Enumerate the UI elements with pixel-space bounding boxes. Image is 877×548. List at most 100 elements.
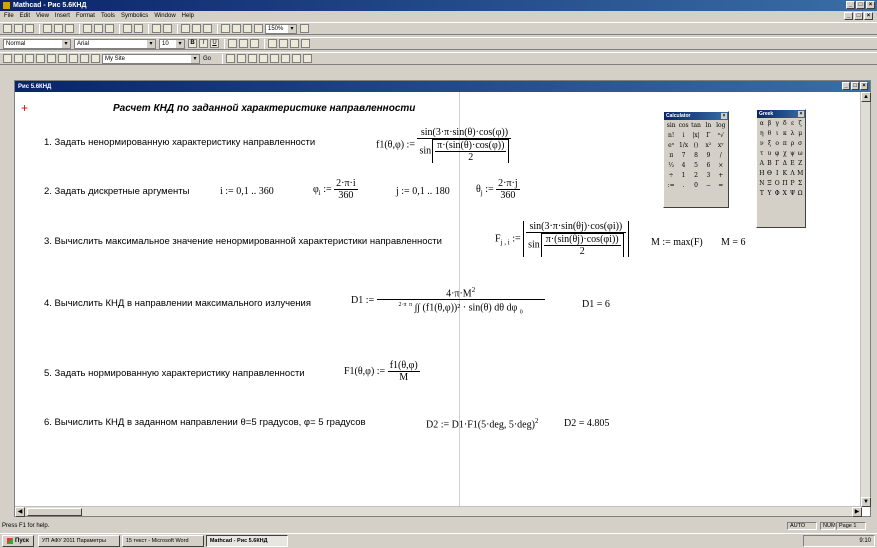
calculator-palette-icon[interactable]	[3, 54, 12, 63]
greek-key[interactable]: Η	[758, 169, 766, 179]
font-select[interactable]: Arial	[74, 38, 156, 49]
calculator-key[interactable]: 2	[690, 171, 702, 181]
greek-key[interactable]: ρ	[789, 139, 797, 149]
calculator-key[interactable]: 1	[677, 171, 689, 181]
worksheet-minimize-button[interactable]: _	[842, 82, 850, 90]
worksheet-close-button[interactable]: ×	[860, 82, 868, 90]
align-left-icon[interactable]	[228, 39, 237, 48]
evaluation-palette-icon[interactable]	[36, 54, 45, 63]
clock[interactable]: 9:10	[859, 538, 871, 544]
menu-edit[interactable]: Edit	[18, 13, 34, 19]
font-size-select[interactable]: 10	[159, 38, 185, 49]
greek-key[interactable]: ω	[796, 149, 804, 159]
calculator-key[interactable]: π	[665, 151, 677, 161]
j-range-definition[interactable]: j := 0,1 .. 180	[396, 186, 450, 197]
greek-key[interactable]: Ι	[773, 169, 781, 179]
calculator-key[interactable]: /	[715, 151, 727, 161]
print-page-icon[interactable]	[292, 54, 302, 63]
calculator-key[interactable]: ⁿ√	[715, 131, 727, 141]
greek-key[interactable]: χ	[781, 149, 789, 159]
horizontal-scrollbar[interactable]: ◀ ▶	[15, 506, 862, 517]
programming-palette-icon[interactable]	[69, 54, 78, 63]
calculator-key[interactable]: sin	[665, 121, 677, 131]
greek-key[interactable]: θ	[766, 129, 774, 139]
numbering-icon[interactable]	[279, 39, 288, 48]
doc-minimize-button[interactable]: _	[844, 12, 853, 20]
step-5-text[interactable]: 5. Задать нормированную характеристику н…	[44, 368, 305, 379]
calculator-key[interactable]: ln	[702, 121, 714, 131]
maximize-button[interactable]: □	[856, 1, 865, 9]
greek-key[interactable]: ι	[773, 129, 781, 139]
favorites-icon[interactable]	[259, 54, 269, 63]
go-button[interactable]: Go	[203, 56, 211, 62]
menu-file[interactable]: File	[2, 13, 18, 19]
calculator-key[interactable]: :=	[665, 181, 677, 191]
calculator-key[interactable]: x²	[702, 141, 714, 151]
greek-key[interactable]: Β	[766, 159, 774, 169]
greek-key[interactable]: ψ	[789, 149, 797, 159]
f1-definition[interactable]: f1(θ,φ) := sin(3·π·sin(θ)·cos(φ)) sin π·(…	[376, 127, 512, 163]
forward-icon[interactable]	[237, 54, 247, 63]
greek-close-icon[interactable]: ×	[798, 111, 804, 117]
greek-key[interactable]: β	[766, 119, 774, 129]
greek-key[interactable]: Φ	[773, 189, 781, 199]
print-preview-icon[interactable]	[54, 24, 63, 33]
greek-key[interactable]: Ω	[796, 189, 804, 199]
matrix-palette-icon[interactable]	[25, 54, 34, 63]
greek-key[interactable]: ξ	[766, 139, 774, 149]
calculator-key[interactable]: 5	[690, 161, 702, 171]
D2-result[interactable]: D2 = 4.805	[564, 418, 609, 429]
menu-symbolics[interactable]: Symbolics	[119, 13, 152, 19]
F1-definition[interactable]: F1(θ,φ) := f1(θ,φ) M	[344, 360, 420, 383]
redo-icon[interactable]	[134, 24, 143, 33]
stop-icon[interactable]	[303, 54, 313, 63]
greek-key[interactable]: Μ	[796, 169, 804, 179]
calculator-key[interactable]: log	[715, 121, 727, 131]
greek-key[interactable]: Θ	[766, 169, 774, 179]
step-2-text[interactable]: 2. Задать дискретные аргументы	[44, 186, 189, 197]
greek-key[interactable]: σ	[796, 139, 804, 149]
vertical-scrollbar[interactable]: ▲ ▼	[860, 92, 871, 507]
close-button[interactable]: ×	[866, 1, 875, 9]
F-matrix-definition[interactable]: Fj , i := sin(3·π·sin(θj)·cos(φi)) sin π·…	[495, 221, 629, 257]
insert-unit-icon[interactable]	[192, 24, 201, 33]
step-6-text[interactable]: 6. Вычислить КНД в заданном направлении …	[44, 417, 366, 428]
align-across-icon[interactable]	[152, 24, 161, 33]
history-icon[interactable]	[270, 54, 280, 63]
align-center-icon[interactable]	[239, 39, 248, 48]
greek-key[interactable]: μ	[796, 129, 804, 139]
boolean-palette-icon[interactable]	[58, 54, 67, 63]
paste-icon[interactable]	[105, 24, 114, 33]
calculator-key[interactable]: ⅟₂	[665, 161, 677, 171]
greek-palette-icon[interactable]	[80, 54, 89, 63]
i-range-definition[interactable]: i := 0,1 .. 360	[220, 186, 274, 197]
greek-key[interactable]: δ	[781, 119, 789, 129]
calculator-key[interactable]: 7	[677, 151, 689, 161]
calculus-palette-icon[interactable]	[47, 54, 56, 63]
greek-key[interactable]: Ζ	[796, 159, 804, 169]
greek-key[interactable]: ζ	[796, 119, 804, 129]
greek-key[interactable]: Γ	[773, 159, 781, 169]
greek-key[interactable]: Ε	[789, 159, 797, 169]
help-icon[interactable]	[300, 24, 309, 33]
copy-link-icon[interactable]	[281, 54, 291, 63]
italic-button[interactable]: I	[199, 39, 208, 48]
start-button[interactable]: Пуск	[2, 535, 34, 547]
resource-select[interactable]: My Site	[102, 53, 200, 64]
calculator-key[interactable]: ÷	[665, 171, 677, 181]
minimize-button[interactable]: _	[846, 1, 855, 9]
insertion-crosshair[interactable]: +	[21, 101, 28, 115]
M-result[interactable]: M = 6	[721, 237, 746, 248]
greek-key[interactable]: Ξ	[766, 179, 774, 189]
cut-icon[interactable]	[83, 24, 92, 33]
graph-palette-icon[interactable]	[14, 54, 23, 63]
calculator-key[interactable]: −	[702, 181, 714, 191]
greek-key[interactable]: Τ	[758, 189, 766, 199]
D1-result[interactable]: D1 = 6	[582, 299, 610, 310]
greek-key[interactable]: Υ	[766, 189, 774, 199]
calculator-key[interactable]: 6	[702, 161, 714, 171]
calculator-key[interactable]: 8	[690, 151, 702, 161]
calculator-key[interactable]: 3	[702, 171, 714, 181]
calculate-icon[interactable]	[203, 24, 212, 33]
worksheet-maximize-button[interactable]: □	[851, 82, 859, 90]
